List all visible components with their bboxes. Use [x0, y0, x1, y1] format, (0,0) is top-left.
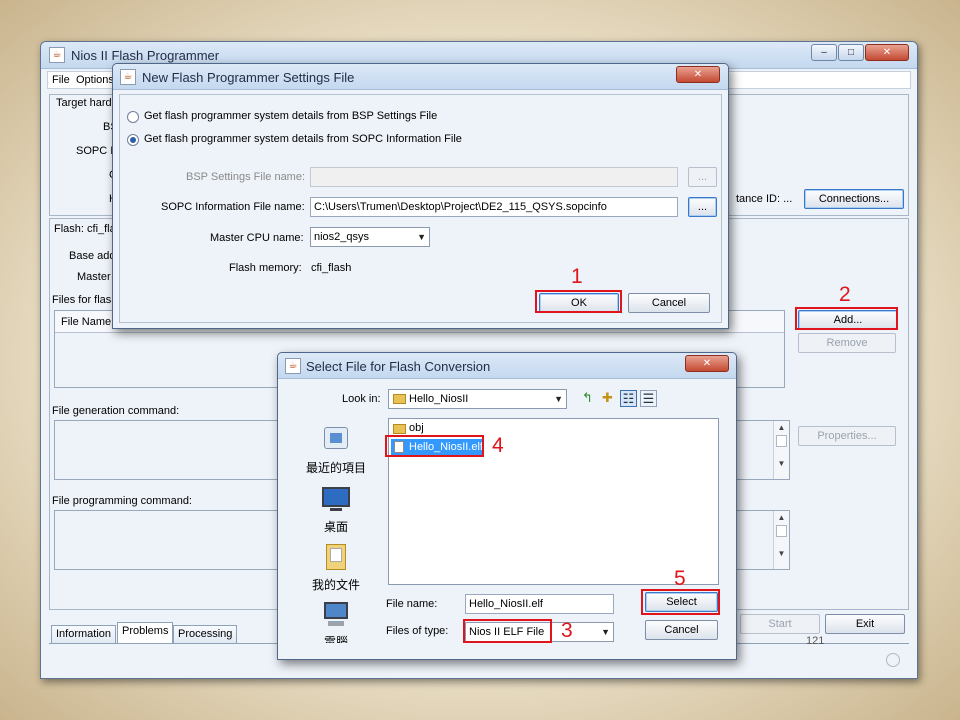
java-app-icon: ☕ — [285, 358, 301, 374]
start-button[interactable]: Start — [740, 614, 820, 634]
file-generation-label: File generation command: — [52, 405, 180, 417]
chevron-down-icon: ▼ — [554, 394, 563, 404]
java-app-icon: ☕ — [120, 69, 136, 85]
tab-problems[interactable]: Problems — [117, 622, 174, 644]
close-icon[interactable]: ✕ — [676, 66, 720, 83]
main-window-title: Nios II Flash Programmer — [71, 48, 220, 63]
files-of-type-label: Files of type: — [386, 625, 449, 637]
flash-label: Flash: cfi_fla — [54, 223, 116, 235]
annotation-box-add — [795, 307, 898, 330]
annotation-2: 2 — [839, 283, 851, 306]
remove-button[interactable]: Remove — [798, 333, 896, 353]
close-icon[interactable]: ✕ — [865, 44, 909, 61]
select-file-title-bar[interactable]: ☕ Select File for Flash Conversion ✕ — [278, 353, 736, 379]
annotation-box-elf-file — [385, 435, 484, 457]
radio-sopc-label[interactable]: Get flash programmer system details from… — [144, 133, 462, 145]
computer-icon[interactable] — [320, 600, 352, 628]
select-file-title: Select File for Flash Conversion — [306, 359, 491, 374]
files-for-flash-label: Files for flas — [52, 294, 112, 306]
place-desktop[interactable]: 桌面 — [324, 518, 348, 535]
radio-bsp-label[interactable]: Get flash programmer system details from… — [144, 110, 437, 122]
list-view-icon[interactable]: ☷ — [620, 390, 637, 407]
properties-button[interactable]: Properties... — [798, 426, 896, 446]
menu-file[interactable]: File — [52, 74, 70, 86]
annotation-box-ok — [535, 290, 622, 313]
annotation-4: 4 — [492, 434, 504, 457]
flash-memory-value: cfi_flash — [311, 262, 352, 274]
look-in-select[interactable]: Hello_NiosII ▼ — [388, 389, 567, 409]
new-folder-icon[interactable]: ✚ — [599, 390, 616, 407]
look-in-value: Hello_NiosII — [409, 393, 469, 405]
scroll-down-icon[interactable]: ▼ — [774, 549, 789, 558]
annotation-box-file-type — [463, 619, 552, 643]
bsp-file-label: BSP Settings File name: — [186, 171, 306, 183]
flash-memory-label: Flash memory: — [229, 262, 302, 274]
file-item-label: obj — [409, 422, 424, 434]
menu-options[interactable]: Options — [76, 74, 114, 86]
master-cpu-label: Master CPU name: — [210, 232, 304, 244]
places-bar: 最近的項目 桌面 我的文件 電腦 — [286, 417, 386, 645]
master-cpu-value: nios2_qsys — [314, 231, 370, 243]
resize-grip-icon[interactable] — [886, 653, 900, 667]
file-name-label: File name: — [386, 598, 438, 610]
bsp-browse-button[interactable]: ... — [688, 167, 717, 187]
scroll-thumb[interactable] — [776, 525, 787, 537]
scroll-thumb[interactable] — [776, 435, 787, 447]
connections-button[interactable]: Connections... — [804, 189, 904, 209]
sopc-browse-button[interactable]: ... — [688, 197, 717, 217]
scroll-up-icon[interactable]: ▲ — [774, 513, 789, 522]
generation-scrollbar[interactable]: ▲ ▼ — [773, 421, 789, 479]
annotation-box-select — [641, 589, 720, 615]
tab-processing[interactable]: Processing — [173, 625, 238, 644]
chevron-down-icon: ▼ — [601, 627, 610, 637]
up-folder-icon[interactable]: ↰ — [579, 390, 596, 407]
maximize-icon[interactable]: □ — [838, 44, 864, 61]
target-hardware-label: Target hard — [56, 97, 112, 109]
annotation-5: 5 — [674, 567, 686, 590]
master-cpu-select[interactable]: nios2_qsys ▼ — [310, 227, 430, 247]
annotation-3: 3 — [561, 619, 573, 642]
chevron-down-icon: ▼ — [417, 232, 426, 242]
place-documents[interactable]: 我的文件 — [312, 576, 360, 593]
java-app-icon: ☕ — [49, 47, 65, 63]
exit-button[interactable]: Exit — [825, 614, 905, 634]
instance-id-label: tance ID: ... — [736, 193, 793, 205]
place-recent[interactable]: 最近的項目 — [306, 459, 366, 476]
folder-icon — [393, 424, 406, 434]
radio-sopc[interactable] — [127, 134, 139, 146]
desktop-icon[interactable] — [320, 485, 352, 513]
look-in-label: Look in: — [342, 393, 381, 405]
file-programming-label: File programming command: — [52, 495, 192, 507]
settings-dialog-title-bar[interactable]: ☕ New Flash Programmer Settings File ✕ — [113, 64, 728, 90]
settings-cancel-button[interactable]: Cancel — [628, 293, 710, 313]
settings-dialog-title: New Flash Programmer Settings File — [142, 70, 355, 85]
folder-icon — [393, 394, 406, 404]
details-view-icon[interactable]: ☰ — [640, 390, 657, 407]
scroll-up-icon[interactable]: ▲ — [774, 423, 789, 432]
documents-icon[interactable] — [320, 542, 352, 570]
close-icon[interactable]: ✕ — [685, 355, 729, 372]
settings-dialog: ☕ New Flash Programmer Settings File ✕ G… — [112, 63, 729, 329]
base-address-label: Base add — [69, 250, 116, 262]
sopc-file-field[interactable]: C:\Users\Trumen\Desktop\Project\DE2_115_… — [310, 197, 678, 217]
tab-information[interactable]: Information — [51, 625, 117, 644]
recent-items-icon[interactable] — [320, 425, 352, 453]
file-name-column[interactable]: File Name — [61, 316, 111, 328]
place-computer[interactable]: 電腦 — [324, 633, 348, 643]
bsp-file-field[interactable] — [310, 167, 678, 187]
scroll-down-icon[interactable]: ▼ — [774, 459, 789, 468]
master-label: Master — [77, 271, 111, 283]
radio-bsp[interactable] — [127, 111, 139, 123]
page-number: 121 — [806, 635, 825, 647]
sopc-file-label: SOPC Information File name: — [161, 201, 305, 213]
programming-scrollbar[interactable]: ▲ ▼ — [773, 511, 789, 569]
minimize-icon[interactable]: – — [811, 44, 837, 61]
select-cancel-button[interactable]: Cancel — [645, 620, 718, 640]
annotation-1: 1 — [571, 265, 583, 288]
file-name-field[interactable]: Hello_NiosII.elf — [465, 594, 614, 614]
